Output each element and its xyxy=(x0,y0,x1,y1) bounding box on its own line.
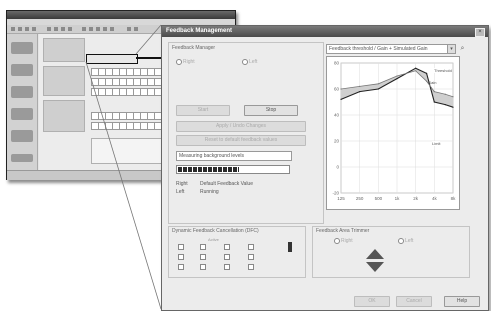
data-point xyxy=(433,101,435,103)
y-tick-label: -20 xyxy=(332,191,339,196)
x-tick-label: 125 xyxy=(337,196,345,201)
trimmer-left-radio[interactable] xyxy=(398,238,404,244)
data-point xyxy=(415,67,417,69)
stop-button[interactable]: Stop xyxy=(244,105,298,116)
data-point xyxy=(340,88,342,90)
feedback-manager-group xyxy=(168,42,324,224)
dfc-checkbox[interactable] xyxy=(200,244,206,250)
result-right-label: Right xyxy=(176,181,188,187)
dfc-checkbox[interactable] xyxy=(248,254,254,260)
data-point xyxy=(452,96,454,98)
up-arrow-icon[interactable] xyxy=(366,249,384,259)
data-point xyxy=(377,88,379,90)
callout-line xyxy=(135,24,162,55)
y-tick-label: 80 xyxy=(334,61,340,66)
left-ear-radio[interactable] xyxy=(242,59,248,65)
callout-line xyxy=(85,61,162,310)
dfc-checkbox[interactable] xyxy=(224,264,230,270)
result-right-value: Default Feedback Value xyxy=(200,181,253,187)
feedback-graph-svg: 80 60 40 20 0 -20125 250 500 1k 2k 4k 8k xyxy=(332,61,457,202)
dfc-checkbox[interactable] xyxy=(224,244,230,250)
feedback-manager-label: Feedback Manager xyxy=(172,45,216,51)
dfc-checkbox[interactable] xyxy=(248,264,254,270)
data-point xyxy=(396,78,398,80)
progress-fill xyxy=(178,167,239,172)
x-tick-label: 8k xyxy=(451,196,457,201)
dfc-checkbox[interactable] xyxy=(178,264,184,270)
dfc-checkbox[interactable] xyxy=(248,244,254,250)
start-button[interactable]: Start xyxy=(176,105,230,116)
dfc-group-label: Dynamic Feedback Cancellation (DFC) xyxy=(172,228,259,234)
dfc-checkbox[interactable] xyxy=(178,244,184,250)
graph-mode-value: Feedback threshold / Gain + Simulated Ga… xyxy=(329,46,428,52)
dfc-checkbox[interactable] xyxy=(224,254,230,260)
right-ear-radio[interactable] xyxy=(176,59,182,65)
trimmer-group-label: Feedback Area Trimmer xyxy=(316,228,370,234)
feedback-management-dialog: Feedback Management × Feedback Manager R… xyxy=(161,25,489,311)
trimmer-right-label: Right xyxy=(341,238,353,244)
data-point xyxy=(359,91,361,93)
dialog-title: Feedback Management xyxy=(166,28,233,34)
data-point xyxy=(359,85,361,87)
measurement-status: Measuring background levels xyxy=(176,151,292,161)
x-tick-label: 500 xyxy=(375,196,383,201)
x-tick-label: 2k xyxy=(413,196,419,201)
data-point xyxy=(433,91,435,93)
data-point xyxy=(415,70,417,72)
legend-limit: Limit xyxy=(432,141,441,146)
reset-default-button[interactable]: Reset to default feedback values xyxy=(176,135,306,146)
right-ear-label: Right xyxy=(183,59,195,65)
data-point xyxy=(340,98,342,100)
trimmer-right-radio[interactable] xyxy=(334,238,340,244)
y-tick-label: 60 xyxy=(334,87,340,92)
x-tick-label: 4k xyxy=(432,196,438,201)
left-ear-label: Left xyxy=(249,59,258,65)
data-point xyxy=(452,106,454,108)
dfc-column-label: Active xyxy=(208,237,219,242)
x-tick-label: 250 xyxy=(356,196,364,201)
apply-undo-button[interactable]: Apply / Undo Changes xyxy=(176,121,306,132)
zoom-icon[interactable]: ⌕ xyxy=(458,44,467,53)
y-tick-label: 40 xyxy=(334,113,340,118)
close-button[interactable]: × xyxy=(475,28,485,37)
data-point xyxy=(396,75,398,77)
x-tick-label: 1k xyxy=(395,196,401,201)
legend-gain: Gain xyxy=(428,80,437,85)
dfc-checkbox[interactable] xyxy=(178,254,184,260)
y-tick-label: 0 xyxy=(336,165,339,170)
result-left-value: Running xyxy=(200,189,219,195)
dialog-title-bar: Feedback Management × xyxy=(162,26,488,37)
dfc-checkbox[interactable] xyxy=(200,254,206,260)
dfc-lock-icon xyxy=(288,242,292,252)
data-point xyxy=(444,93,446,95)
chevron-down-icon[interactable]: ▾ xyxy=(447,45,455,53)
down-arrow-icon[interactable] xyxy=(366,262,384,272)
ok-button[interactable]: OK xyxy=(354,296,390,307)
dfc-checkbox[interactable] xyxy=(200,264,206,270)
y-tick-label: 20 xyxy=(334,139,340,144)
legend-threshold: Threshold xyxy=(434,68,452,73)
feedback-graph: 80 60 40 20 0 -20 125 250 500 1k 2k 4k 8k xyxy=(326,56,460,210)
data-point xyxy=(444,104,446,106)
trimmer-left-label: Left xyxy=(405,238,414,244)
cancel-button[interactable]: Cancel xyxy=(396,296,432,307)
help-button[interactable]: Help xyxy=(444,296,480,307)
data-point xyxy=(425,72,428,74)
data-point xyxy=(377,83,379,85)
data-point xyxy=(425,80,428,82)
result-left-label: Left xyxy=(176,189,185,195)
trimmer-updown-control[interactable] xyxy=(364,248,386,274)
graph-mode-select[interactable]: Feedback threshold / Gain + Simulated Ga… xyxy=(326,44,456,54)
measurement-progress-bar xyxy=(176,165,290,174)
